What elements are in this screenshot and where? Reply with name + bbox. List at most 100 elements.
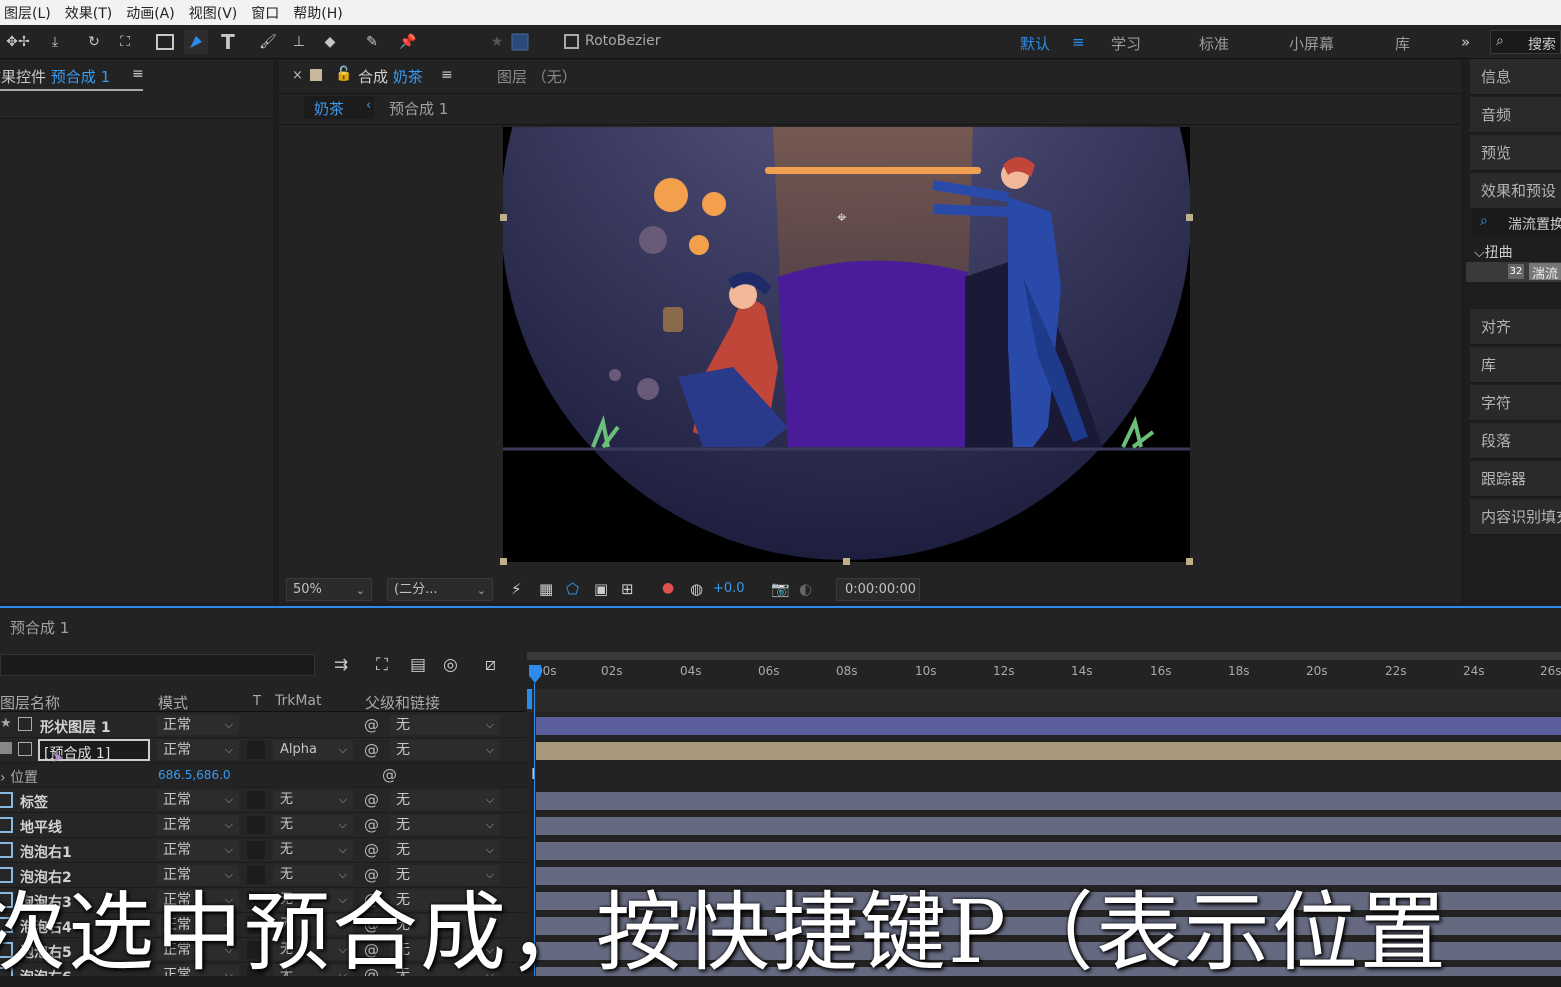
timecode-display[interactable]: 0:00:00:00	[836, 578, 920, 601]
layer-duration-bar[interactable]	[536, 792, 1561, 810]
transform-handle[interactable]	[500, 558, 507, 565]
region-of-interest-icon[interactable]: ▣	[594, 580, 608, 598]
table-row[interactable]: 地平线 正常 ⌵ 无 ⌵ @ 无 ⌵	[0, 813, 1561, 838]
workspace-menu-icon[interactable]: ≡	[1072, 33, 1085, 51]
work-area-range[interactable]	[527, 689, 1561, 712]
type-tool-icon[interactable]: T	[216, 30, 240, 54]
resolution-select[interactable]: (二分... ⌄	[387, 578, 493, 601]
trkmat-select[interactable]: 无 ⌵	[273, 815, 353, 835]
transform-handle[interactable]	[1186, 214, 1193, 221]
work-area-start-handle[interactable]	[527, 689, 532, 709]
preview-panel-tab[interactable]: 预览	[1470, 135, 1561, 171]
motion-blur-icon[interactable]: ◎	[443, 655, 458, 675]
breadcrumb-current[interactable]: 预合成 1	[389, 98, 448, 119]
reset-exposure-icon[interactable]: ◍	[690, 580, 703, 598]
table-row[interactable]: 泡泡右1 正常 ⌵ 无 ⌵ @ 无 ⌵	[0, 838, 1561, 863]
trkmat-select[interactable]: 无 ⌵	[273, 840, 353, 860]
tracker-panel-tab[interactable]: 跟踪器	[1470, 461, 1561, 497]
layer-mode-select[interactable]: 正常 ⌵	[157, 815, 239, 835]
workspace-small-screen[interactable]: 小屏幕	[1289, 33, 1334, 54]
camera-tool-icon[interactable]: ⛶	[113, 30, 137, 54]
parent-select[interactable]: 无 ⌵	[390, 740, 500, 760]
zoom-select[interactable]: 50% ⌄	[286, 578, 372, 601]
breadcrumb-root[interactable]: 奶茶 ‹	[304, 96, 374, 119]
anchor-point-icon[interactable]: ⌖	[837, 208, 847, 228]
character-panel-tab[interactable]: 字符	[1470, 385, 1561, 421]
parent-select[interactable]: 无 ⌵	[390, 815, 500, 835]
panel-menu-icon[interactable]: ≡	[132, 66, 144, 82]
transform-handle[interactable]	[500, 214, 507, 221]
trkmat-select[interactable]: Alpha ⌵	[273, 740, 353, 760]
channel-icon[interactable]: ●	[662, 580, 674, 596]
composition-tab[interactable]: 合成 奶茶	[358, 66, 423, 87]
expression-pickwhip-icon[interactable]: @	[382, 766, 397, 784]
layer-duration-bar[interactable]	[536, 717, 1561, 735]
transform-handle[interactable]	[843, 558, 850, 565]
workspace-overflow-icon[interactable]: »	[1461, 33, 1470, 51]
roto-brush-icon[interactable]: ✎	[360, 30, 384, 54]
align-panel-tab[interactable]: 对齐	[1470, 309, 1561, 345]
grid-guides-icon[interactable]: ⊞	[621, 580, 634, 598]
parent-pickwhip-icon[interactable]: @	[364, 816, 379, 834]
show-snapshot-icon[interactable]: ◐	[799, 580, 812, 598]
transform-handle[interactable]	[1186, 558, 1193, 565]
property-row-position[interactable]: › 位置 686.5,686.0 @ I	[0, 763, 1561, 788]
graph-editor-icon[interactable]: ⧄	[485, 655, 496, 675]
menu-window[interactable]: 窗口	[251, 3, 279, 23]
layer-search-input[interactable]	[0, 654, 315, 676]
effects-presets-tab[interactable]: 效果和预设	[1470, 173, 1561, 209]
workspace-learn[interactable]: 学习	[1111, 33, 1141, 54]
preserve-transparency-checkbox[interactable]	[247, 816, 265, 834]
effects-search-input[interactable]: ⌕ 湍流置换	[1472, 210, 1561, 236]
preserve-transparency-checkbox[interactable]	[247, 841, 265, 859]
eraser-tool-icon[interactable]: ◆	[318, 30, 342, 54]
parent-select[interactable]: 无 ⌵	[390, 715, 500, 735]
effects-controls-tab[interactable]: 效果控件 预合成 1	[0, 66, 110, 87]
parent-select[interactable]: 无 ⌵	[390, 790, 500, 810]
table-row[interactable]: ★ 形状图层 1 正常 ⌵ @ 无 ⌵	[0, 713, 1561, 738]
position-value[interactable]: 686.5,686.0	[158, 768, 231, 782]
layer-duration-bar[interactable]	[536, 817, 1561, 835]
table-row[interactable]: 标签 正常 ⌵ 无 ⌵ @ 无 ⌵	[0, 788, 1561, 813]
layer-duration-bar[interactable]	[536, 842, 1561, 860]
parent-pickwhip-icon[interactable]: @	[364, 841, 379, 859]
menu-animation[interactable]: 动画(A)	[126, 3, 175, 23]
mask-path-icon[interactable]: ⬠	[566, 580, 579, 598]
close-tab-icon[interactable]: ×	[292, 68, 303, 83]
transparency-grid-icon[interactable]: ▦	[539, 580, 553, 598]
anchor-down-icon[interactable]: ⤓	[43, 30, 67, 54]
lock-icon[interactable]: 🔓	[335, 66, 352, 82]
info-panel-tab[interactable]: 信息	[1470, 59, 1561, 95]
preserve-transparency-checkbox[interactable]	[247, 791, 265, 809]
frame-blending-icon[interactable]: ▤	[410, 655, 426, 675]
composition-flowchart-icon[interactable]: ⇉	[334, 655, 348, 675]
audio-panel-tab[interactable]: 音频	[1470, 97, 1561, 133]
trkmat-select[interactable]: 无 ⌵	[273, 790, 353, 810]
effect-item-turbulent[interactable]: 32 湍流	[1466, 262, 1561, 282]
stamp-tool-icon[interactable]: ⊥	[287, 30, 311, 54]
pen-tool-icon[interactable]	[184, 30, 208, 54]
effect-group-distort[interactable]: ⌵扭曲	[1474, 242, 1513, 262]
workspace-default[interactable]: 默认	[1020, 33, 1050, 54]
layer-tab[interactable]: 图层 （无）	[497, 66, 577, 87]
help-search-box[interactable]: ⌕ 搜索	[1490, 30, 1561, 54]
move-tool-icon[interactable]: ✢	[12, 30, 36, 54]
layer-mode-select[interactable]: 正常 ⌵	[157, 740, 239, 760]
puppet-pin-icon[interactable]: 📌	[396, 30, 420, 54]
preserve-transparency-checkbox[interactable]	[247, 741, 265, 759]
workspace-library[interactable]: 库	[1395, 33, 1410, 54]
star-icon[interactable]: ★	[485, 30, 509, 54]
brush-tool-icon[interactable]: 🖌	[256, 30, 280, 54]
menu-layer[interactable]: 图层(L)	[4, 3, 51, 23]
menu-view[interactable]: 视图(V)	[189, 3, 238, 23]
layer-mode-select[interactable]: 正常 ⌵	[157, 790, 239, 810]
rotate-tool-icon[interactable]: ↻	[82, 30, 106, 54]
layer-duration-bar[interactable]	[536, 742, 1561, 760]
parent-pickwhip-icon[interactable]: @	[364, 741, 379, 759]
table-row-selected[interactable]: [预合成 1] 正常 ⌵ Alpha ⌵ @ 无 ⌵	[0, 738, 1561, 763]
rotobezier-checkbox[interactable]	[564, 34, 579, 49]
parent-pickwhip-icon[interactable]: @	[364, 791, 379, 809]
rectangle-tool-icon[interactable]	[153, 30, 177, 54]
workspace-standard[interactable]: 标准	[1199, 33, 1229, 54]
exposure-value[interactable]: +0.0	[713, 581, 745, 596]
